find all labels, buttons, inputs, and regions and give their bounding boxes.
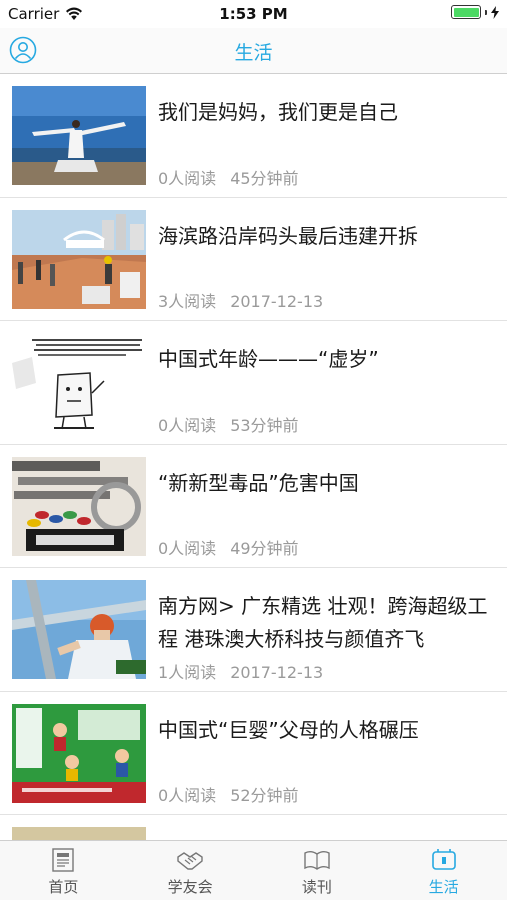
publish-time: 2017-12-13 xyxy=(230,292,324,311)
status-right xyxy=(451,5,499,19)
cartoon-age-comic-image xyxy=(12,333,146,432)
article-thumbnail xyxy=(12,333,146,432)
status-time: 1:53 PM xyxy=(219,5,288,23)
charging-bolt-icon xyxy=(491,5,499,19)
article-thumbnail xyxy=(12,827,146,840)
read-count: 0人阅读 xyxy=(158,415,217,435)
drugs-pills-image xyxy=(12,456,146,556)
publish-time: 45分钟前 xyxy=(230,168,299,188)
woman-yoga-seaside-image xyxy=(12,86,146,185)
article-title: 我们是妈妈，我们更是自己 xyxy=(158,100,398,124)
read-count: 3人阅读 xyxy=(158,292,217,311)
tab-life[interactable]: 生活 xyxy=(380,841,507,900)
tab-alumni[interactable]: 学友会 xyxy=(127,841,254,900)
article-thumbnail xyxy=(12,456,146,556)
bridge-worker-image xyxy=(12,580,146,679)
tab-label: 生活 xyxy=(428,878,459,896)
waterfront-demolition-image xyxy=(12,209,146,309)
battery-icon xyxy=(451,5,481,19)
article-title: 中国式年龄———“虚岁” xyxy=(158,347,379,371)
read-count: 0人阅读 xyxy=(158,168,217,188)
page-title: 生活 xyxy=(234,42,273,64)
article-item[interactable]: 海滨路沿岸码头最后违建开拆 3人阅读 2017-12-13 xyxy=(0,198,507,321)
article-item[interactable]: “新新型毒品”危害中国 0人阅读 49分钟前 xyxy=(0,445,507,568)
article-title: “新新型毒品”危害中国 xyxy=(158,470,359,495)
article-meta: 0人阅读 49分钟前 xyxy=(158,535,299,559)
open-book-icon xyxy=(304,851,330,870)
read-count: 1人阅读 xyxy=(158,662,217,682)
article-thumbnail xyxy=(12,580,146,679)
tab-journal[interactable]: 读刊 xyxy=(254,841,381,900)
publish-time: 53分钟前 xyxy=(230,415,299,435)
article-thumbnail xyxy=(12,209,146,309)
article-meta: 1人阅读 2017-12-13 xyxy=(158,659,323,683)
article-title: 中国式“巨婴”父母的人格碾压 xyxy=(158,717,419,742)
battery-level xyxy=(453,7,479,17)
publish-time: 49分钟前 xyxy=(230,539,299,558)
giant-baby-book-cover-image xyxy=(12,703,146,803)
article-list: 我们是妈妈，我们更是自己 0人阅读 45分钟前 海滨路沿岸码头最后违建开拆 3人… xyxy=(0,74,507,840)
read-count: 0人阅读 xyxy=(158,539,217,558)
tab-label: 读刊 xyxy=(301,878,332,896)
publish-time: 2017-12-13 xyxy=(230,662,324,682)
status-bar: Carrier 1:53 PM xyxy=(0,0,507,28)
handshake-icon xyxy=(177,852,203,870)
article-item[interactable]: 南方网> 广东精选 壮观！跨海超级工程 港珠澳大桥科技与颜值齐飞 1人阅读 201… xyxy=(0,568,507,692)
nav-bar: 生活 xyxy=(0,28,507,74)
article-item[interactable]: 我们是妈妈，我们更是自己 0人阅读 45分钟前 xyxy=(0,74,507,198)
article-meta: 0人阅读 52分钟前 xyxy=(158,782,299,806)
tab-label: 学友会 xyxy=(167,878,213,896)
battery-cap xyxy=(485,9,487,15)
tab-bar: 首页 学友会 读刊 生活 xyxy=(0,840,507,900)
tab-label: 首页 xyxy=(48,878,79,896)
article-meta: 0人阅读 45分钟前 xyxy=(158,165,299,189)
tab-home[interactable]: 首页 xyxy=(0,841,127,900)
life-icon xyxy=(431,849,456,870)
article-meta: 0人阅读 53分钟前 xyxy=(158,412,299,436)
article-item[interactable]: 中国式“巨婴”父母的人格碾压 0人阅读 52分钟前 xyxy=(0,692,507,815)
article-title: 海滨路沿岸码头最后违建开拆 xyxy=(158,223,418,248)
article-item[interactable]: 中国式年龄———“虚岁” 0人阅读 53分钟前 xyxy=(0,321,507,445)
article-item-partial[interactable] xyxy=(0,815,507,840)
read-count: 0人阅读 xyxy=(158,786,217,805)
partial-thumbnail-image xyxy=(12,827,146,840)
newspaper-icon xyxy=(52,848,75,872)
article-thumbnail xyxy=(12,86,146,185)
article-title: 南方网> 广东精选 壮观！跨海超级工程 港珠澳大桥科技与颜值齐飞 xyxy=(158,594,488,651)
article-meta: 3人阅读 2017-12-13 xyxy=(158,288,323,312)
publish-time: 52分钟前 xyxy=(230,786,299,805)
article-thumbnail xyxy=(12,703,146,803)
